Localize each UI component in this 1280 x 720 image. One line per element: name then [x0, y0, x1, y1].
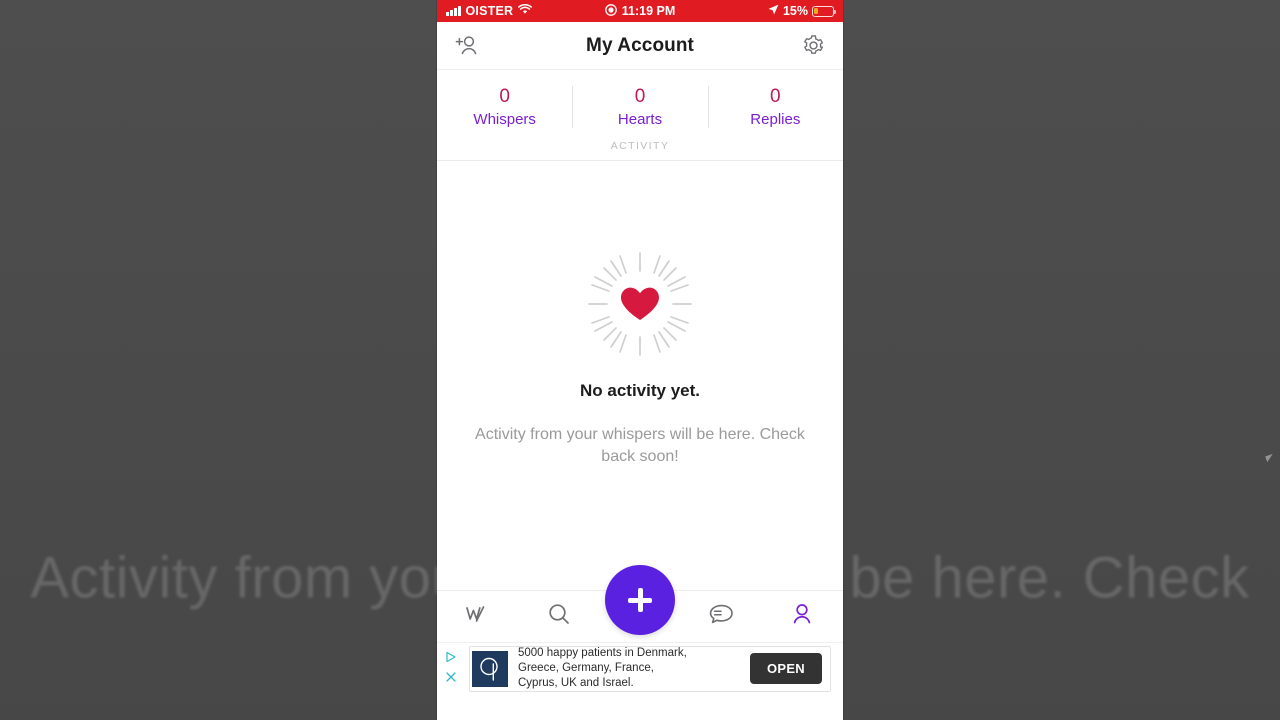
advertiser-logo-icon [472, 650, 508, 687]
search-icon [547, 602, 571, 631]
screen-recording-icon [604, 3, 617, 19]
ad-content-frame[interactable]: 5000 happy patients in Denmark, Greece, … [469, 645, 831, 692]
battery-low-icon [812, 5, 837, 17]
status-bar-right: 15% [768, 4, 837, 18]
activity-section-label: ACTIVITY [437, 139, 843, 160]
adchoices-triangle-icon[interactable] [445, 650, 457, 668]
profile-icon [790, 603, 814, 630]
compose-fab[interactable] [605, 565, 675, 635]
close-icon[interactable] [445, 670, 457, 688]
ad-line-3: Cyprus, UK and Israel. [518, 677, 634, 690]
stat-value: 0 [499, 86, 510, 107]
nav-item-profile[interactable] [775, 597, 829, 637]
nav-item-search[interactable] [532, 597, 586, 637]
stat-label: Whispers [473, 110, 536, 128]
nav-item-whisper[interactable] [451, 597, 505, 637]
ad-banner[interactable]: 5000 happy patients in Denmark, Greece, … [437, 642, 843, 694]
bottom-navigation [437, 565, 843, 642]
nav-item-chats[interactable] [694, 597, 748, 637]
ad-open-button[interactable]: OPEN [749, 653, 822, 684]
stat-replies[interactable]: 0 Replies [707, 84, 843, 130]
whisper-logo-icon [464, 604, 492, 629]
empty-state-title: No activity yet. [580, 380, 700, 400]
page-title: My Account [586, 34, 694, 56]
ad-controls [441, 650, 461, 688]
chat-bubbles-icon [708, 603, 734, 630]
gear-icon[interactable] [799, 32, 827, 60]
location-arrow-icon [768, 4, 779, 18]
plus-icon [627, 587, 653, 613]
phone-screen: OISTER 11:19 PM 15% My Account 0 Whisper… [437, 0, 843, 720]
ad-line-2: Greece, Germany, France, [518, 661, 654, 674]
stat-label: Replies [750, 110, 801, 128]
add-person-icon[interactable] [453, 32, 481, 60]
stat-value: 0 [770, 86, 781, 107]
empty-state-subtitle: Activity from your whispers will be here… [475, 425, 805, 465]
heart-burst-icon [580, 249, 700, 359]
ad-line-1: 5000 happy patients in Denmark, [518, 646, 687, 659]
stat-label: Hearts [617, 110, 663, 128]
stat-whispers[interactable]: 0 Whispers [437, 84, 572, 130]
status-bar: OISTER 11:19 PM 15% [437, 0, 843, 22]
stat-hearts[interactable]: 0 Hearts [572, 84, 707, 130]
stat-value: 0 [634, 86, 646, 107]
app-header: My Account [437, 22, 843, 70]
stats-row: 0 Whispers 0 Hearts 0 Replies [437, 70, 843, 140]
battery-percent-label: 15% [782, 4, 808, 18]
status-bar-time: 11:19 PM [621, 4, 676, 18]
ad-text: 5000 happy patients in Denmark, Greece, … [518, 646, 750, 692]
empty-state: No activity yet. Activity from your whis… [437, 160, 843, 590]
